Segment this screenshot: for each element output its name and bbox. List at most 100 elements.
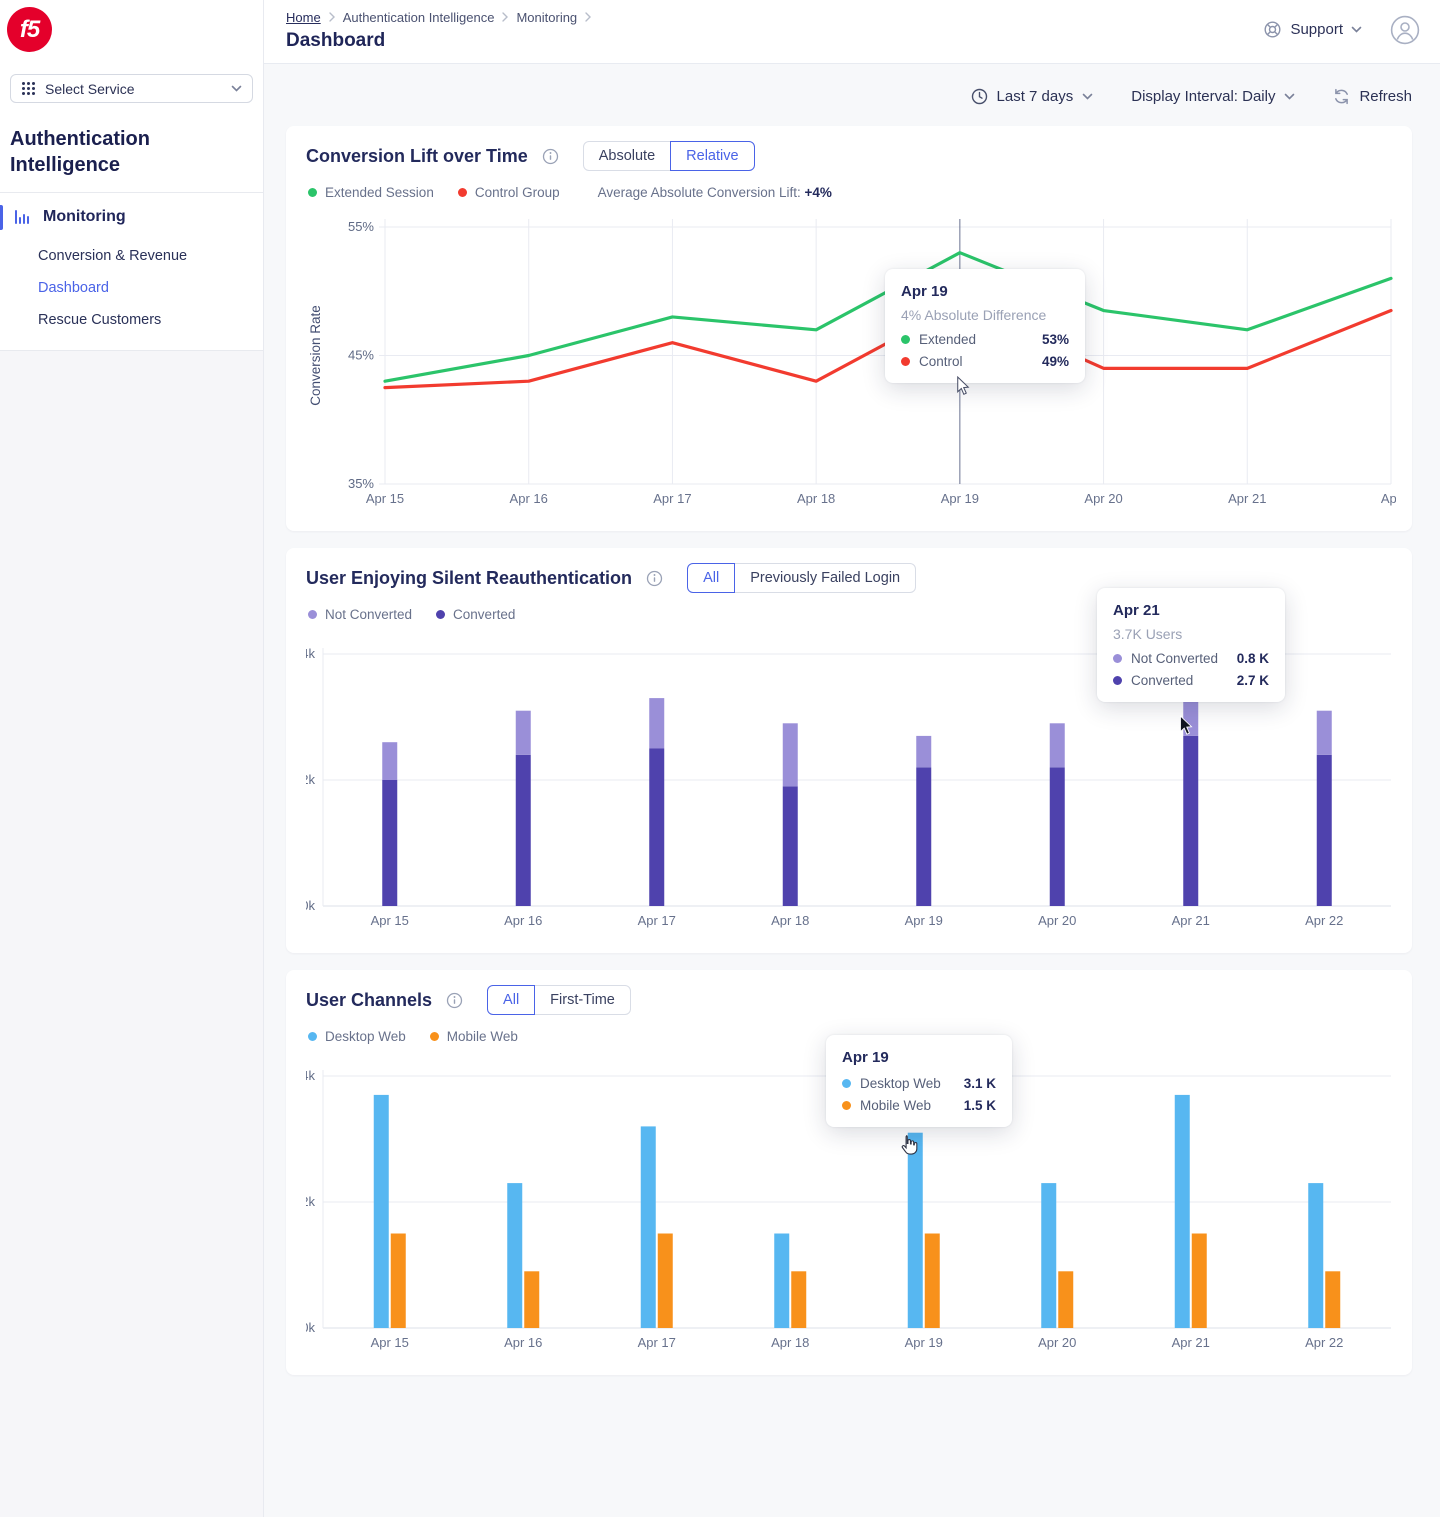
- info-icon[interactable]: [542, 148, 559, 165]
- bar-segment-converted[interactable]: [649, 749, 664, 907]
- time-range-dropdown[interactable]: Last 7 days: [971, 88, 1094, 105]
- x-axis-tick: Apr 22: [1305, 913, 1343, 928]
- bar-mobile-web[interactable]: [925, 1234, 940, 1329]
- tooltip-row: Desktop Web 3.1 K: [842, 1076, 996, 1091]
- bar-mobile-web[interactable]: [658, 1234, 673, 1329]
- legend-dot-dark-purple: [436, 610, 445, 619]
- toggle-previously-failed-login[interactable]: Previously Failed Login: [734, 563, 916, 593]
- x-axis-tick: Apr 21: [1172, 913, 1210, 928]
- bar-mobile-web[interactable]: [524, 1271, 539, 1328]
- sidebar-sub-nav: Conversion & Revenue Dashboard Rescue Cu…: [0, 236, 263, 350]
- tooltip-row: Not Converted 0.8 K: [1113, 651, 1269, 666]
- toggle-all[interactable]: All: [687, 563, 735, 593]
- chevron-down-icon: [231, 85, 242, 92]
- legend-item-converted: Converted: [436, 607, 515, 622]
- bar-mobile-web[interactable]: [791, 1271, 806, 1328]
- y-axis-tick: 4k: [306, 646, 315, 661]
- tooltip-row-value: 1.5 K: [964, 1098, 996, 1113]
- bar-mobile-web[interactable]: [1058, 1271, 1073, 1328]
- bar-segment-converted[interactable]: [382, 780, 397, 906]
- bar-segment-not-converted[interactable]: [1317, 711, 1332, 755]
- main-area: Home Authentication Intelligence Monitor…: [264, 0, 1440, 1517]
- bar-segment-not-converted[interactable]: [1050, 723, 1065, 767]
- breadcrumb-auth-intelligence[interactable]: Authentication Intelligence: [343, 10, 495, 25]
- bar-desktop-web[interactable]: [1308, 1183, 1323, 1328]
- bar-segment-not-converted[interactable]: [783, 723, 798, 786]
- bar-segment-converted[interactable]: [516, 755, 531, 906]
- bar-desktop-web[interactable]: [374, 1095, 389, 1328]
- toggle-first-time[interactable]: First-Time: [534, 985, 631, 1015]
- bar-desktop-web[interactable]: [641, 1126, 656, 1328]
- sidebar-item-dashboard[interactable]: Dashboard: [0, 272, 263, 304]
- tooltip-row-value: 3.1 K: [964, 1076, 996, 1091]
- chart-tooltip: Apr 19 Desktop Web 3.1 K Mobile Web 1.5 …: [826, 1035, 1012, 1127]
- bar-desktop-web[interactable]: [507, 1183, 522, 1328]
- toggle-relative[interactable]: Relative: [670, 141, 754, 171]
- display-interval-dropdown[interactable]: Display Interval: Daily: [1131, 88, 1295, 105]
- y-axis-tick: 45%: [348, 348, 374, 363]
- sidebar-item-rescue-customers[interactable]: Rescue Customers: [0, 304, 263, 336]
- card-title: Conversion Lift over Time: [306, 146, 528, 167]
- breadcrumb-separator-icon: [502, 10, 508, 25]
- tooltip-dot-light-purple: [1113, 654, 1122, 663]
- tooltip-row-label: Converted: [1131, 673, 1193, 688]
- bar-segment-converted[interactable]: [1183, 736, 1198, 906]
- tooltip-row-value: 49%: [1042, 354, 1069, 369]
- bar-segment-not-converted[interactable]: [649, 698, 664, 748]
- bar-desktop-web[interactable]: [774, 1234, 789, 1329]
- card-silent-reauth: User Enjoying Silent Reauthentication Al…: [286, 548, 1412, 953]
- legend-item-extended-session: Extended Session: [308, 185, 434, 200]
- bar-segment-not-converted[interactable]: [382, 742, 397, 780]
- chart-tooltip: Apr 19 4% Absolute Difference Extended 5…: [885, 269, 1085, 383]
- x-axis-tick: Apr 17: [653, 491, 691, 506]
- bar-desktop-web[interactable]: [1041, 1183, 1056, 1328]
- chevron-down-icon: [1351, 26, 1362, 33]
- bar-mobile-web[interactable]: [391, 1234, 406, 1329]
- topbar-actions: Support: [1263, 10, 1420, 63]
- bar-segment-converted[interactable]: [1317, 755, 1332, 906]
- breadcrumb-separator-icon: [329, 10, 335, 25]
- sidebar-item-conversion-revenue[interactable]: Conversion & Revenue: [0, 240, 263, 272]
- all-failed-login-toggle: All Previously Failed Login: [687, 563, 916, 593]
- bar-desktop-web[interactable]: [908, 1133, 923, 1328]
- bar-mobile-web[interactable]: [1192, 1234, 1207, 1329]
- sidebar: f5 Select Service Authentication Intelli…: [0, 0, 264, 1517]
- breadcrumb-monitoring[interactable]: Monitoring: [516, 10, 577, 25]
- bar-segment-not-converted[interactable]: [516, 711, 531, 755]
- info-icon[interactable]: [646, 570, 663, 587]
- info-icon[interactable]: [446, 992, 463, 1009]
- x-axis-tick: Apr 19: [941, 491, 979, 506]
- toggle-all[interactable]: All: [487, 985, 535, 1015]
- tooltip-row-label: Not Converted: [1131, 651, 1218, 666]
- legend-label: Not Converted: [325, 607, 412, 622]
- select-service-dropdown[interactable]: Select Service: [10, 74, 253, 103]
- sidebar-item-label: Monitoring: [43, 208, 126, 226]
- x-axis-tick: Apr 15: [371, 913, 409, 928]
- support-menu[interactable]: Support: [1263, 20, 1362, 39]
- card-conversion-lift: Conversion Lift over Time Absolute Relat…: [286, 126, 1412, 531]
- chevron-down-icon: [1082, 93, 1093, 100]
- breadcrumb-separator-icon: [585, 10, 591, 25]
- x-axis-tick: Apr 21: [1172, 1335, 1210, 1350]
- page-title: Dashboard: [286, 30, 591, 52]
- bar-segment-not-converted[interactable]: [916, 736, 931, 768]
- toggle-absolute[interactable]: Absolute: [583, 141, 671, 171]
- line-chart-conversion-lift[interactable]: 35%45%55%Apr 15Apr 16Apr 17Apr 18Apr 19A…: [306, 210, 1396, 515]
- legend-item-not-converted: Not Converted: [308, 607, 412, 622]
- x-axis-tick: Apr 17: [638, 913, 676, 928]
- bar-desktop-web[interactable]: [1175, 1095, 1190, 1328]
- bar-mobile-web[interactable]: [1325, 1271, 1340, 1328]
- bar-segment-converted[interactable]: [783, 786, 798, 906]
- sidebar-item-monitoring[interactable]: Monitoring: [0, 193, 263, 236]
- tooltip-title: Apr 19: [842, 1049, 996, 1066]
- tooltip-row-label: Control: [919, 354, 963, 369]
- breadcrumb-home[interactable]: Home: [286, 10, 321, 25]
- bar-segment-converted[interactable]: [1050, 767, 1065, 906]
- bar-segment-converted[interactable]: [916, 767, 931, 906]
- user-avatar[interactable]: [1390, 15, 1420, 45]
- card-user-channels: User Channels All First-Time Desktop Web: [286, 970, 1412, 1375]
- refresh-button[interactable]: Refresh: [1333, 88, 1412, 105]
- tooltip-title: Apr 19: [901, 283, 1069, 300]
- y-axis-tick: 2k: [306, 772, 315, 787]
- average-lift-note: Average Absolute Conversion Lift: +4%: [598, 185, 832, 200]
